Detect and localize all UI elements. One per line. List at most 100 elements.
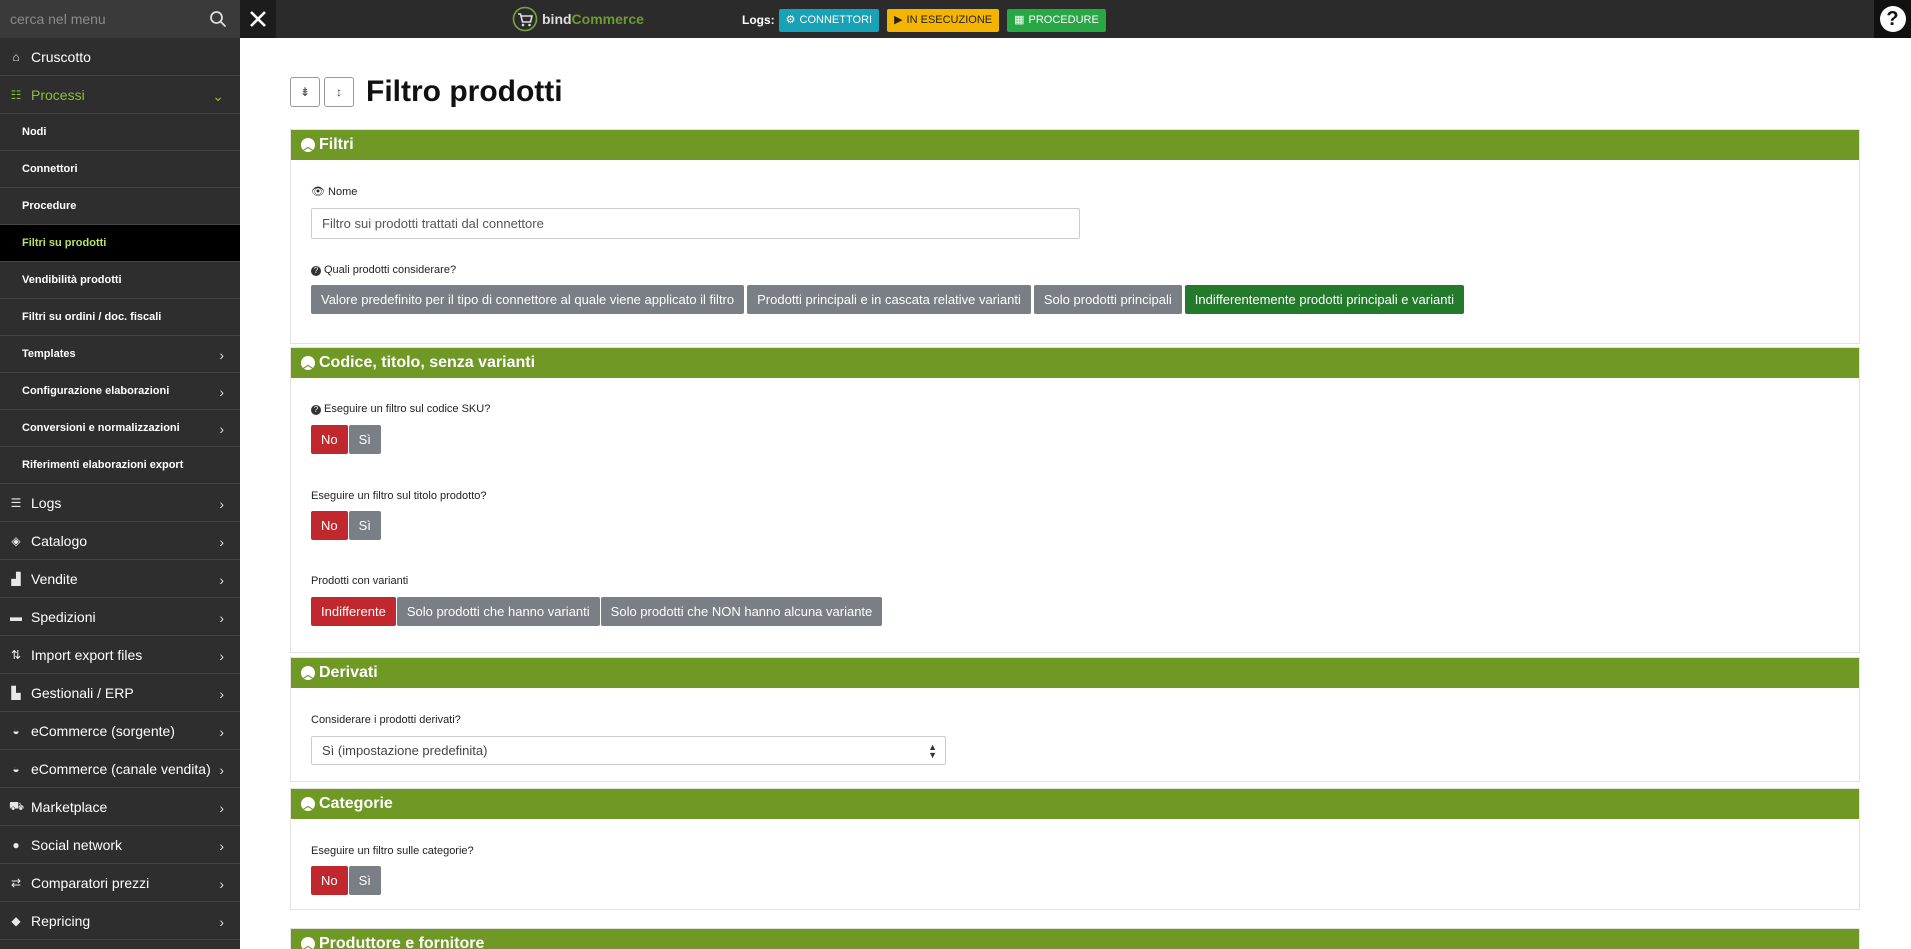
menu-search-input[interactable]: [0, 0, 204, 38]
search-icon[interactable]: [209, 10, 227, 28]
sidebar-subitem-procedure[interactable]: Procedure: [0, 188, 240, 225]
logs-connettori-button[interactable]: ⚙ CONNETTORI: [778, 8, 880, 32]
sidebar-item-marketplace[interactable]: ⛟ Marketplace ›: [0, 788, 240, 826]
sidebar-subitem-filtri-su-prodotti[interactable]: Filtri su prodotti: [0, 225, 240, 262]
close-icon: [250, 11, 266, 27]
chevron-down-icon: ⌄: [212, 88, 224, 104]
expand-icon: ↕: [336, 85, 342, 99]
sidebar-subitem-connettori[interactable]: Connettori: [0, 151, 240, 188]
collapse-all-button[interactable]: ⇟: [290, 77, 320, 107]
panel-filtri: ︿ Filtri 👁 Nome ?Quali prodotti consider…: [290, 129, 1860, 344]
panel-derivati: ︿ Derivati Considerare i prodotti deriva…: [290, 657, 1860, 782]
panel-categorie: ︿ Categorie Eseguire un filtro sulle cat…: [290, 788, 1860, 910]
categorie-filter-si[interactable]: Sì: [348, 866, 381, 895]
chevron-right-icon: ›: [219, 534, 224, 550]
variants-senza-varianti[interactable]: Solo prodotti che NON hanno alcuna varia…: [600, 597, 883, 626]
sidebar-item-cruscotto[interactable]: ⌂ Cruscotto: [0, 38, 240, 76]
option-principali-e-varianti[interactable]: Prodotti principali e in cascata relativ…: [747, 285, 1031, 314]
chevron-right-icon: ›: [219, 496, 224, 512]
sidebar-item-processi[interactable]: ☷ Processi ⌄: [0, 76, 240, 114]
panel-produttore-header[interactable]: ︿ Produttore e fornitore: [291, 929, 1859, 949]
option-indifferentemente[interactable]: Indifferentemente prodotti principali e …: [1184, 285, 1464, 314]
sidebar-subitem-templates[interactable]: Templates ›: [0, 336, 240, 373]
chevron-up-circle-icon: ︿: [301, 138, 315, 153]
cube-icon: ◈: [11, 533, 21, 548]
sidebar-item-import-export[interactable]: ⇅ Import export files ›: [0, 636, 240, 674]
close-menu-button[interactable]: [240, 0, 276, 38]
chevron-right-icon: ›: [219, 610, 224, 626]
logs-label: Logs:: [742, 13, 775, 27]
sku-filter-label: ? Eseguire un filtro sul codice SKU?: [311, 403, 490, 415]
panel-produttore-fornitore: ︿ Produttore e fornitore: [290, 928, 1860, 949]
sidebar-subitem-filtri-su-ordini[interactable]: Filtri su ordini / doc. fiscali: [0, 299, 240, 336]
play-icon: ▶: [894, 13, 903, 26]
chevron-right-icon: ›: [219, 384, 224, 400]
categorie-filter-no[interactable]: No: [311, 866, 348, 895]
chevron-right-icon: ›: [219, 686, 224, 702]
sort-icon: ⇅: [10, 647, 22, 662]
title-filter-label: Eseguire un filtro sul titolo prodotto?: [311, 490, 487, 502]
option-valore-predefinito[interactable]: Valore predefinito per il tipo di connet…: [311, 285, 745, 314]
categorie-filter-label: Eseguire un filtro sulle categorie?: [311, 845, 474, 857]
main-content: ⇟ ↕ Filtro prodotti ︿ Filtri 👁 Nome ?Qua…: [240, 38, 1911, 949]
logs-shortcuts: Logs: ⚙ CONNETTORI ▶ IN ESECUZIONE ▦ PRO…: [742, 8, 1106, 32]
title-row: ⇟ ↕ Filtro prodotti: [290, 73, 563, 111]
cart-icon: ⛟: [9, 798, 25, 813]
sidebar-item-ecommerce-sorgente[interactable]: ◒ eCommerce (sorgente) ›: [0, 712, 240, 750]
sidebar-item-vendite[interactable]: ▟ Vendite ›: [0, 560, 240, 598]
menu-search: [0, 0, 240, 38]
calendar-icon: ▦: [1014, 13, 1025, 26]
logs-in-esecuzione-button[interactable]: ▶ IN ESECUZIONE: [887, 8, 1000, 32]
chevron-right-icon: ›: [219, 876, 224, 892]
eye-icon: 👁: [311, 186, 325, 198]
sku-filter-si[interactable]: Sì: [348, 425, 381, 454]
compare-icon: ⇄: [10, 875, 22, 890]
question-icon: ?: [311, 405, 321, 415]
sku-filter-no[interactable]: No: [311, 425, 348, 454]
chart-icon: ▟: [11, 571, 21, 586]
sidebar-subitem-configurazione-elaborazioni[interactable]: Configurazione elaborazioni ›: [0, 373, 240, 410]
sidebar-item-comparatori[interactable]: ⇄ Comparatori prezzi ›: [0, 864, 240, 902]
sidebar-subitem-conversioni[interactable]: Conversioni e normalizzazioni ›: [0, 410, 240, 447]
sidebar-subitem-riferimenti-export[interactable]: Riferimenti elaborazioni export: [0, 447, 240, 484]
gear-icon: ⚙: [785, 13, 796, 26]
help-button[interactable]: ?: [1874, 0, 1911, 38]
select-caret-icon: ▲ ▼: [928, 742, 937, 760]
sidebar-item-repricing[interactable]: ◆ Repricing ›: [0, 902, 240, 940]
sidebar-item-spedizioni[interactable]: ▬ Spedizioni ›: [0, 598, 240, 636]
sidebar-subitem-nodi[interactable]: Nodi: [0, 114, 240, 151]
sidebar-item-logs[interactable]: ☰ Logs ›: [0, 484, 240, 522]
panel-filtri-header[interactable]: ︿ Filtri: [291, 130, 1859, 160]
home-icon: ⌂: [12, 49, 20, 64]
sidebar-item-catalogo[interactable]: ◈ Catalogo ›: [0, 522, 240, 560]
title-filter-no[interactable]: No: [311, 511, 348, 540]
panel-derivati-header[interactable]: ︿ Derivati: [291, 658, 1859, 688]
option-solo-principali[interactable]: Solo prodotti principali: [1033, 285, 1182, 314]
sidebar-subitem-vendibilita-prodotti[interactable]: Vendibilità prodotti: [0, 262, 240, 299]
basket-icon: ◒: [12, 723, 20, 738]
derivati-label: Considerare i prodotti derivati?: [311, 714, 461, 726]
derivati-select[interactable]: Sì (impostazione predefinita) ▲ ▼: [311, 736, 946, 765]
chevron-right-icon: ›: [219, 800, 224, 816]
top-bar: bindCommerce Logs: ⚙ CONNETTORI ▶ IN ESE…: [0, 0, 1911, 38]
sidebar-item-ecommerce-canale[interactable]: ◒ eCommerce (canale vendita) ›: [0, 750, 240, 788]
quali-prodotti-label: ? Quali prodotti considerare?: [311, 264, 456, 276]
question-icon: ?: [311, 266, 321, 276]
logs-procedure-button[interactable]: ▦ PROCEDURE: [1007, 8, 1106, 32]
nome-input[interactable]: [311, 208, 1080, 239]
panel-codice-header[interactable]: ︿ Codice, titolo, senza varianti: [291, 348, 1859, 378]
sidebar-item-gestionali[interactable]: ▙ Gestionali / ERP ›: [0, 674, 240, 712]
chevron-right-icon: ›: [219, 914, 224, 930]
brand-name: bindCommerce: [542, 11, 644, 27]
chevron-right-icon: ›: [219, 347, 224, 363]
sidebar-item-social-network[interactable]: ● Social network ›: [0, 826, 240, 864]
panel-categorie-header[interactable]: ︿ Categorie: [291, 789, 1859, 819]
sidebar: ⌂ Cruscotto ☷ Processi ⌄ Nodi Connettori…: [0, 38, 240, 949]
title-filter-si[interactable]: Sì: [348, 511, 381, 540]
chevron-right-icon: ›: [219, 572, 224, 588]
process-icon: ☷: [10, 87, 22, 102]
variants-solo-con-varianti[interactable]: Solo prodotti che hanno varianti: [396, 597, 600, 626]
brand-logo[interactable]: bindCommerce: [512, 5, 644, 33]
variants-indifferente[interactable]: Indifferente: [311, 597, 396, 626]
expand-all-button[interactable]: ↕: [324, 77, 354, 107]
